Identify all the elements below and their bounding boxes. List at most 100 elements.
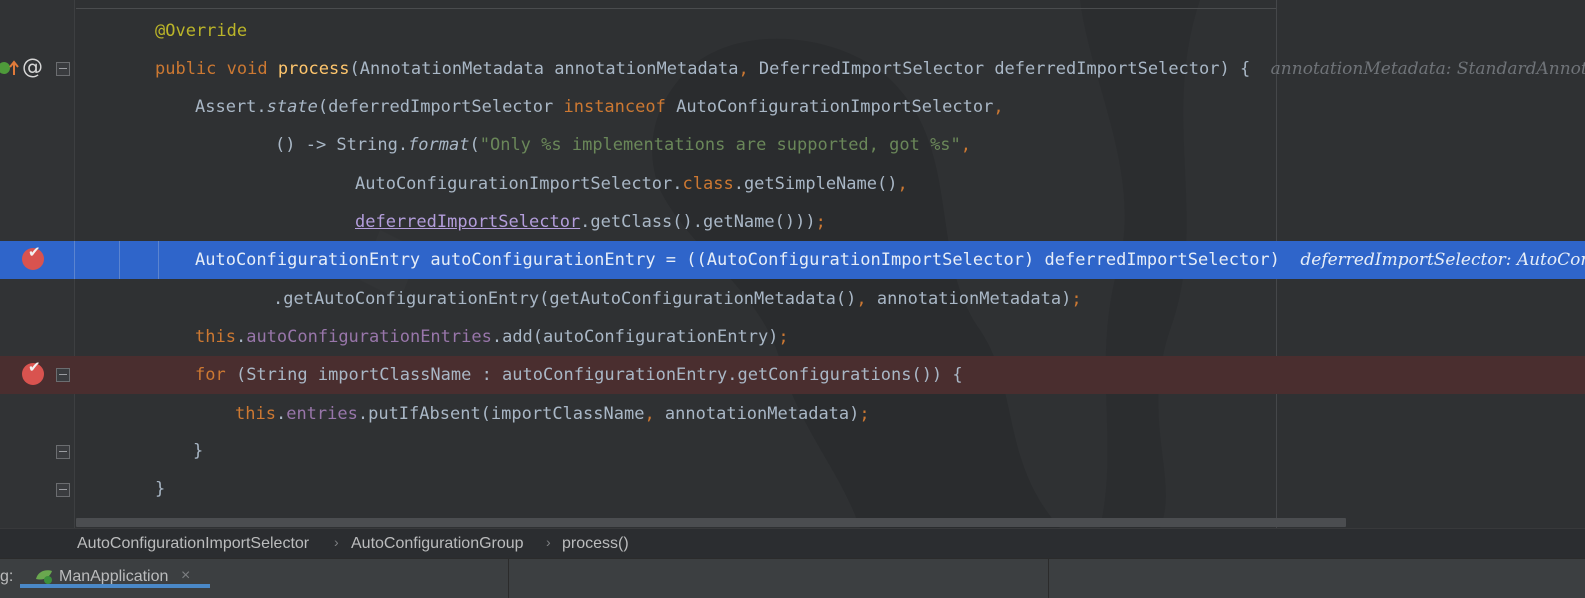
code-token: this [235, 404, 276, 424]
code-text: } [193, 432, 203, 470]
fold-minus-icon[interactable] [56, 445, 70, 459]
code-token: format [408, 135, 470, 155]
code-token: ( [469, 135, 480, 155]
breakpoint-line[interactable]: for (String importClassName : autoConfig… [0, 356, 1585, 394]
code-line-12[interactable]: } [0, 432, 1585, 470]
code-token: class [682, 174, 734, 194]
code-line-9[interactable]: this.autoConfigurationEntries.add(autoCo… [0, 318, 1585, 356]
code-token: } [193, 441, 204, 461]
code-token: @Override [155, 21, 248, 41]
code-token: ; [1071, 289, 1082, 309]
code-token: (String importClassName : autoConfigurat… [235, 365, 963, 385]
code-line-13[interactable]: } [0, 470, 1585, 508]
code-text: @Override [155, 12, 247, 50]
code-text: this.entries.putIfAbsent(importClassName… [235, 395, 870, 433]
code-token: .add(autoConfigurationEntry) [491, 327, 779, 347]
annotation-at-icon[interactable]: @ [22, 55, 43, 79]
code-token: } [155, 479, 166, 499]
breadcrumb-separator: › [334, 534, 339, 550]
debug-tool-window-bar: g: ManApplication × [0, 558, 1585, 598]
code-line-2[interactable]: public void process(AnnotationMetadata a… [0, 50, 1585, 88]
code-token: .getSimpleName() [733, 174, 898, 194]
code-token: instanceof [563, 97, 677, 117]
code-line-4[interactable]: () -> String.format("Only %s implementat… [0, 126, 1585, 164]
breadcrumb-class[interactable]: AutoConfigurationImportSelector [77, 535, 309, 553]
breakpoint-check-icon[interactable] [22, 243, 44, 270]
code-token: .putIfAbsent(importClassName [357, 404, 645, 424]
code-text: Assert.state(deferredImportSelector inst… [195, 88, 1004, 126]
spring-app-icon [36, 570, 52, 584]
indent-guide [74, 241, 75, 279]
code-line-1[interactable]: @Override [0, 12, 1585, 50]
code-editor[interactable]: @Override public void process(Annotation… [0, 0, 1585, 528]
code-token: annotationMetadata) [876, 289, 1072, 309]
code-token: .getClass().getName())) [580, 212, 816, 232]
close-icon[interactable]: × [181, 567, 190, 585]
code-token: DeferredImportSelector deferredImportSel… [758, 59, 1271, 79]
code-token: , [856, 289, 877, 309]
breadcrumb-method[interactable]: process() [562, 535, 629, 553]
method-separator [76, 8, 1276, 9]
fold-minus-icon[interactable] [56, 483, 70, 497]
code-text: this.autoConfigurationEntries.add(autoCo… [195, 318, 789, 356]
indent-guide [119, 241, 120, 279]
code-token: (AnnotationMetadata annotationMetadata [349, 59, 739, 79]
code-text: .getAutoConfigurationEntry(getAutoConfig… [273, 280, 1082, 318]
breadcrumb: AutoConfigurationImportSelector › AutoCo… [0, 528, 1585, 559]
code-line-3[interactable]: Assert.state(deferredImportSelector inst… [0, 88, 1585, 126]
panel-divider [1048, 559, 1049, 598]
override-up-arrow-icon[interactable] [0, 57, 20, 79]
code-token: () -> String. [275, 135, 409, 155]
active-tab-indicator [20, 584, 210, 588]
code-token: Assert. [195, 97, 267, 117]
code-token: process [277, 59, 350, 79]
code-token: deferredImportSelector [355, 212, 581, 232]
indent-guide [158, 241, 159, 279]
inline-debug-value: deferredImportSelector: AutoCon [1300, 250, 1585, 270]
code-line-8[interactable]: .getAutoConfigurationEntry(getAutoConfig… [0, 280, 1585, 318]
code-token: public [155, 59, 227, 79]
breadcrumb-separator: › [546, 534, 551, 550]
breakpoint-check-icon[interactable] [22, 358, 44, 385]
code-token: state [266, 97, 318, 117]
code-token: . [235, 327, 247, 347]
code-token: . [275, 404, 287, 424]
code-token: entries [286, 404, 358, 424]
code-token: .getAutoConfigurationEntry(getAutoConfig… [273, 289, 857, 309]
fold-minus-icon[interactable] [56, 368, 70, 382]
code-line-6[interactable]: deferredImportSelector.getClass().getNam… [0, 203, 1585, 241]
code-text: () -> String.format("Only %s implementat… [275, 126, 971, 164]
code-line-11[interactable]: this.entries.putIfAbsent(importClassName… [0, 395, 1585, 433]
code-text: for (String importClassName : autoConfig… [195, 356, 963, 394]
horizontal-scrollbar[interactable] [76, 518, 1346, 527]
code-text: AutoConfigurationImportSelector.class.ge… [355, 165, 908, 203]
code-text: AutoConfigurationEntry autoConfiguration… [195, 241, 1585, 279]
code-token: AutoConfigurationImportSelector. [355, 174, 683, 194]
code-text: deferredImportSelector.getClass().getNam… [355, 203, 826, 241]
inline-debug-value: annotationMetadata: StandardAnnota [1270, 59, 1585, 79]
debug-label: g: [0, 568, 14, 585]
code-token: ; [815, 212, 826, 232]
breadcrumb-inner-class[interactable]: AutoConfigurationGroup [351, 535, 524, 553]
code-token: autoConfigurationEntries [246, 327, 492, 347]
code-token: ; [778, 327, 789, 347]
code-token: this [195, 327, 236, 347]
code-token: "Only %s implementations are supported, … [479, 135, 961, 155]
code-token: (deferredImportSelector [317, 97, 564, 117]
code-token: AutoConfigurationImportSelector [676, 97, 994, 117]
code-token: , [738, 59, 759, 79]
code-token: , [897, 174, 908, 194]
current-execution-line[interactable]: AutoConfigurationEntry autoConfiguration… [0, 241, 1585, 279]
panel-divider [508, 559, 509, 598]
code-token: , [993, 97, 1004, 117]
code-token: annotationMetadata) [664, 404, 860, 424]
code-token: , [960, 135, 972, 155]
code-token: , [644, 404, 665, 424]
code-text: } [155, 470, 165, 508]
code-line-5[interactable]: AutoConfigurationImportSelector.class.ge… [0, 165, 1585, 203]
code-token: void [226, 59, 278, 79]
code-token: ; [859, 404, 870, 424]
code-text: public void process(AnnotationMetadata a… [155, 50, 1585, 88]
code-token: AutoConfigurationEntry autoConfiguration… [195, 250, 1301, 270]
fold-minus-icon[interactable] [56, 62, 70, 76]
